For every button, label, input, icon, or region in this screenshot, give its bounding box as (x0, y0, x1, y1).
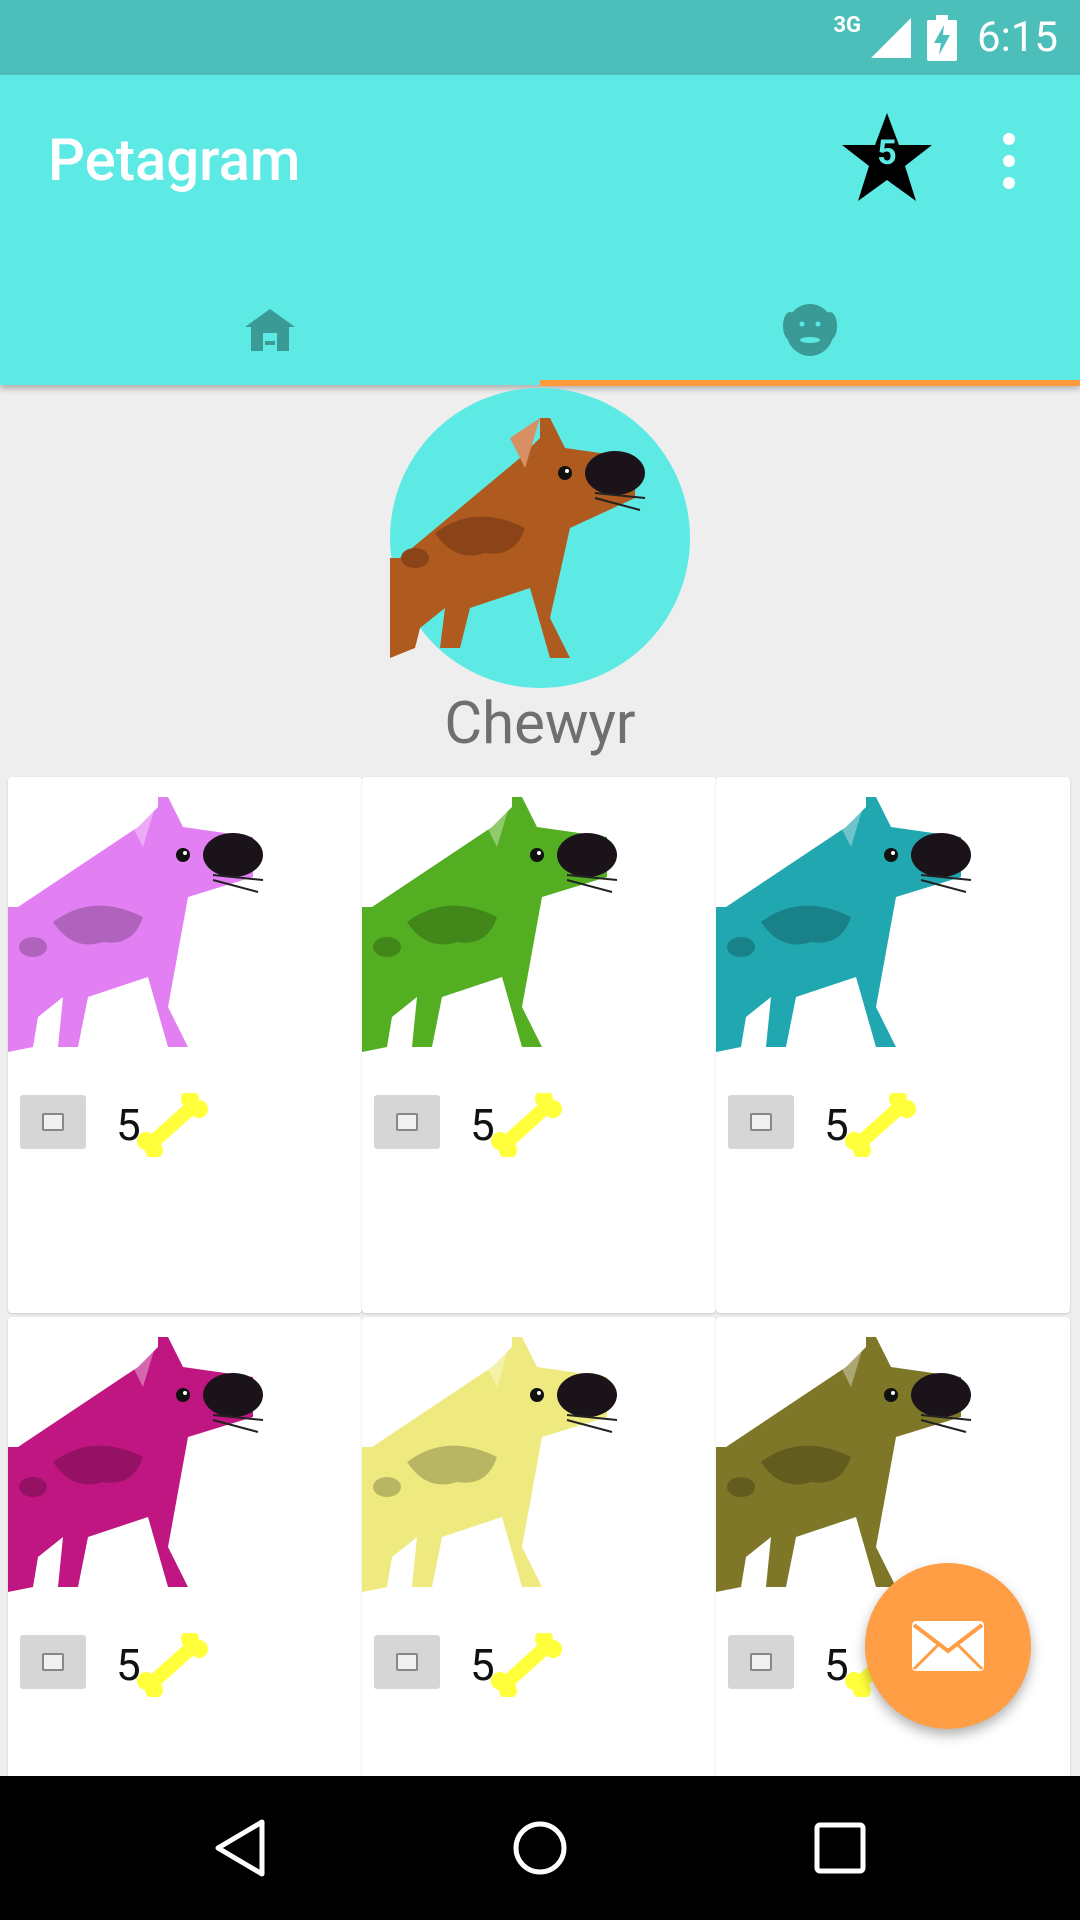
dog-illustration (390, 418, 646, 658)
network-type: 3G (833, 13, 861, 38)
bone-icon (137, 1633, 208, 1697)
dog-photo (716, 1337, 972, 1592)
favorites-count: 5 (877, 133, 897, 173)
tab-profile[interactable] (540, 275, 1080, 385)
app-title: Petagram (48, 127, 301, 195)
app-bar: Petagram 5 (0, 75, 1080, 386)
dot (1003, 177, 1015, 189)
bone-icon (137, 1093, 208, 1157)
dot (1003, 133, 1015, 145)
profile-name: Chewyr (444, 690, 636, 758)
signal-icon (871, 17, 911, 58)
status-icons: 3G 6:15 (827, 10, 1058, 65)
like-button[interactable] (728, 1635, 794, 1689)
like-icon (42, 1113, 64, 1131)
dog-face-icon (783, 304, 837, 356)
clock: 6:15 (977, 13, 1058, 62)
like-icon (396, 1653, 418, 1671)
dog-photo (362, 797, 618, 1052)
recents-button[interactable] (780, 1806, 900, 1890)
bone-icon (845, 1093, 916, 1157)
photo-card[interactable]: 5 (8, 1317, 362, 1853)
bone-icon (491, 1093, 562, 1157)
like-button[interactable] (374, 1095, 440, 1149)
home-circle-icon (513, 1821, 567, 1875)
dog-photo (8, 797, 264, 1052)
bone-icon (491, 1633, 562, 1697)
dot (1003, 155, 1015, 167)
battery-charging-icon (927, 14, 957, 61)
like-icon (42, 1653, 64, 1671)
like-button[interactable] (728, 1095, 794, 1149)
photo-card[interactable]: 5 (362, 777, 716, 1313)
status-bar: 3G 6:15 (0, 0, 1080, 75)
like-icon (750, 1653, 772, 1671)
mail-icon (912, 1621, 984, 1671)
profile-avatar (390, 388, 690, 688)
like-button[interactable] (20, 1095, 86, 1149)
navigation-bar (0, 1776, 1080, 1920)
photo-card[interactable]: 5 (362, 1317, 716, 1853)
doghouse-icon (245, 309, 295, 351)
tab-home[interactable] (0, 275, 540, 385)
contact-fab[interactable] (865, 1563, 1031, 1729)
like-icon (750, 1113, 772, 1131)
dog-photo (716, 797, 972, 1052)
overflow-menu-button[interactable] (995, 133, 1023, 193)
tab-indicator (540, 380, 1080, 386)
like-button[interactable] (20, 1635, 86, 1689)
home-button[interactable] (480, 1806, 600, 1890)
photo-card[interactable]: 5 (8, 777, 362, 1313)
photo-card[interactable]: 5 (716, 777, 1070, 1313)
back-icon (215, 1819, 265, 1877)
dog-photo (362, 1337, 618, 1592)
like-icon (396, 1113, 418, 1131)
dog-photo (8, 1337, 264, 1592)
like-button[interactable] (374, 1635, 440, 1689)
back-button[interactable] (180, 1806, 300, 1890)
recents-square-icon (814, 1822, 866, 1874)
favorites-button[interactable]: 5 (840, 111, 934, 205)
